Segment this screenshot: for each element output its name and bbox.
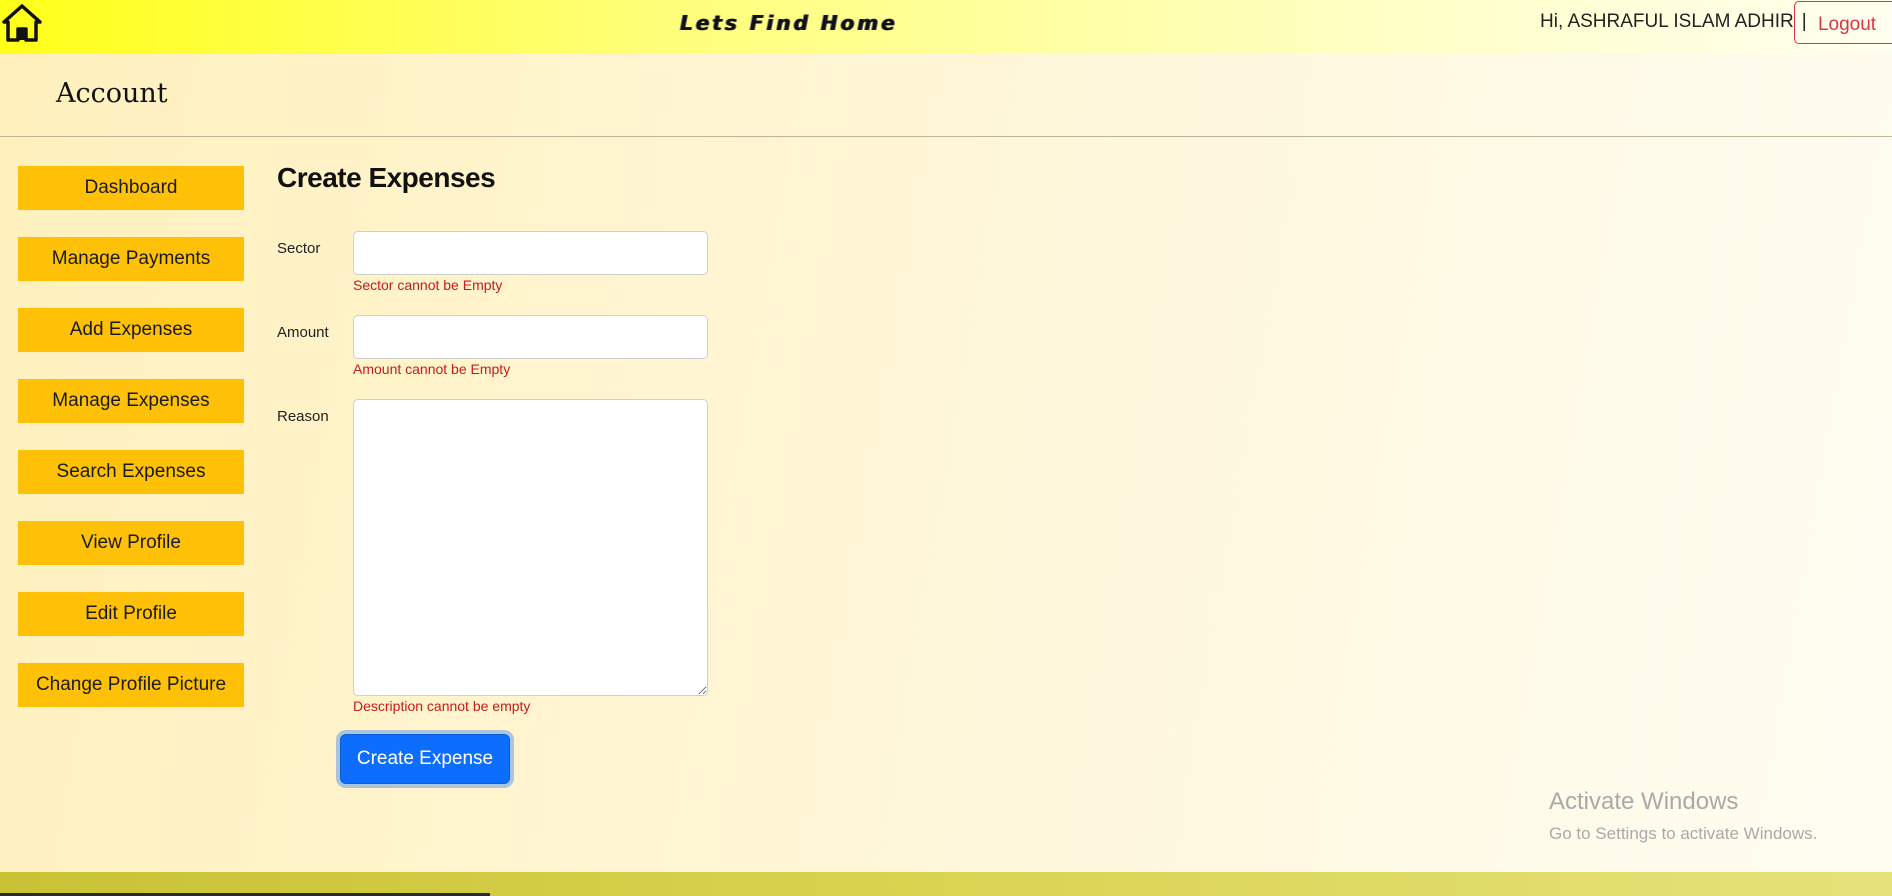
logout-button[interactable]: Logout (1794, 1, 1892, 44)
sidebar-item-view-profile[interactable]: View Profile (18, 521, 244, 565)
amount-error: Amount cannot be Empty (353, 361, 511, 377)
amount-input[interactable] (353, 315, 708, 359)
form-heading-area: Create Expenses (277, 162, 496, 194)
sidebar-item-add-expenses[interactable]: Add Expenses (18, 308, 244, 352)
account-header: Account (0, 54, 1892, 137)
sidebar-item-edit-profile[interactable]: Edit Profile (18, 592, 244, 636)
sector-error: Sector cannot be Empty (353, 277, 503, 293)
greeting-text: Hi, ASHRAFUL ISLAM ADHIR (1540, 11, 1794, 32)
sidebar-item-manage-payments[interactable]: Manage Payments (18, 237, 244, 281)
activate-windows-watermark: Activate Windows Go to Settings to activ… (1549, 788, 1817, 844)
reason-label: Reason (277, 408, 329, 425)
sidebar-item-search-expenses[interactable]: Search Expenses (18, 450, 244, 494)
brand-logo-text[interactable]: Lets Find Home (680, 11, 898, 35)
create-expense-button[interactable]: Create Expense (340, 734, 510, 784)
amount-label: Amount (277, 324, 329, 341)
reason-textarea[interactable] (353, 399, 708, 696)
sector-label: Sector (277, 240, 321, 257)
sidebar-item-dashboard[interactable]: Dashboard (18, 166, 244, 210)
watermark-title: Activate Windows (1549, 788, 1739, 815)
user-greeting: Hi, ASHRAFUL ISLAM ADHIR | (1540, 11, 1807, 33)
page-title: Account (56, 78, 168, 109)
sidebar: Dashboard Manage Payments Add Expenses M… (18, 166, 244, 734)
footer-bar (0, 872, 1892, 896)
form-title: Create Expenses (277, 162, 496, 193)
reason-error: Description cannot be empty (353, 698, 531, 714)
sidebar-item-manage-expenses[interactable]: Manage Expenses (18, 379, 244, 423)
sidebar-item-change-profile-picture[interactable]: Change Profile Picture (18, 663, 244, 707)
home-icon[interactable] (2, 4, 42, 42)
watermark-subtitle: Go to Settings to activate Windows. (1549, 824, 1818, 843)
sector-input[interactable] (353, 231, 708, 275)
top-navbar: Lets Find Home Hi, ASHRAFUL ISLAM ADHIR |… (0, 0, 1892, 54)
